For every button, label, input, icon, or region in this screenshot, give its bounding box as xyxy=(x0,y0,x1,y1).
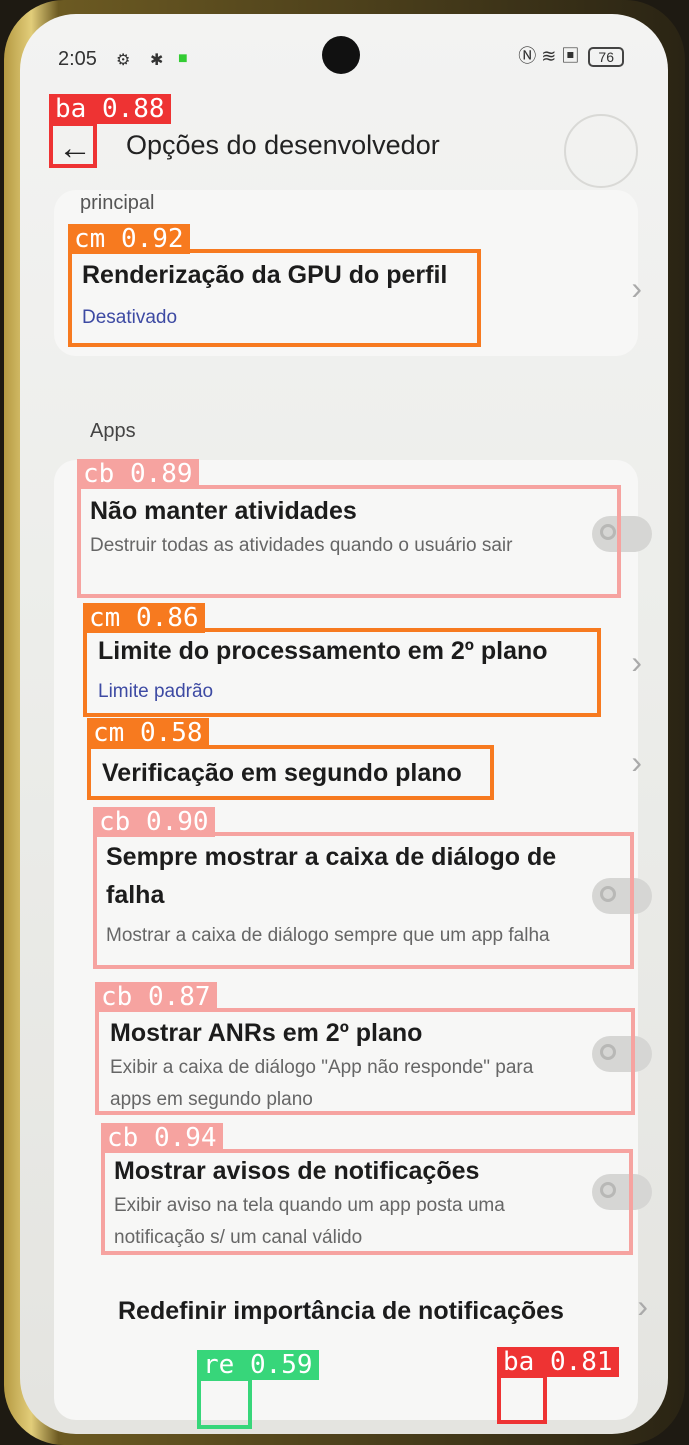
detection-box xyxy=(77,485,621,598)
detection-box xyxy=(95,1008,635,1115)
status-bar: 2:05 ⚙ ✱ ■ Ⓝ ≋ ▣ 76 xyxy=(20,14,668,84)
nfc-icon: Ⓝ xyxy=(518,46,537,66)
list-item-reset-notification-importance[interactable]: Redefinir importância de notificações xyxy=(118,1292,638,1330)
detection-box xyxy=(49,122,97,168)
detection-label: cb 0.90 xyxy=(93,807,215,837)
app-icon: ■ xyxy=(178,50,188,67)
page-title: Opções do desenvolvedor xyxy=(126,130,440,160)
status-right: Ⓝ ≋ ▣ 76 xyxy=(518,42,624,68)
detection-box xyxy=(87,745,494,800)
detection-box xyxy=(497,1374,547,1424)
detection-label: cb 0.89 xyxy=(77,459,199,489)
item-title: Redefinir importância de notificações xyxy=(118,1297,564,1325)
floating-button[interactable] xyxy=(564,114,638,188)
detection-box xyxy=(83,628,601,717)
battery-indicator: 76 xyxy=(588,47,624,67)
chevron-right-icon: › xyxy=(631,644,642,680)
detection-label: ba 0.88 xyxy=(49,94,171,124)
detection-label: cm 0.58 xyxy=(87,718,209,748)
detection-label: re 0.59 xyxy=(197,1350,319,1380)
section-apps: Apps xyxy=(90,420,136,442)
detection-box xyxy=(68,249,481,347)
chevron-right-icon: › xyxy=(637,1288,648,1324)
detection-label: cb 0.94 xyxy=(101,1123,223,1153)
sim-icon: ▣ xyxy=(561,46,580,66)
top-fragment-text: principal xyxy=(80,192,155,214)
detection-label: cm 0.86 xyxy=(83,603,205,633)
detection-box xyxy=(93,832,634,969)
detection-label: cm 0.92 xyxy=(68,224,190,254)
app-bar: ← Opções do desenvolvedor xyxy=(20,114,668,194)
detection-box xyxy=(197,1377,252,1429)
front-camera xyxy=(322,36,360,74)
chevron-right-icon: › xyxy=(631,270,642,306)
detection-label: ba 0.81 xyxy=(497,1347,619,1377)
bug-icon: ✱ xyxy=(150,52,164,69)
chevron-right-icon: › xyxy=(631,744,642,780)
wifi-icon: ≋ xyxy=(541,46,557,66)
detection-label: cb 0.87 xyxy=(95,982,217,1012)
status-time: 2:05 xyxy=(58,48,97,70)
sync-icon: ⚙ xyxy=(116,52,131,69)
detection-box xyxy=(101,1149,633,1255)
